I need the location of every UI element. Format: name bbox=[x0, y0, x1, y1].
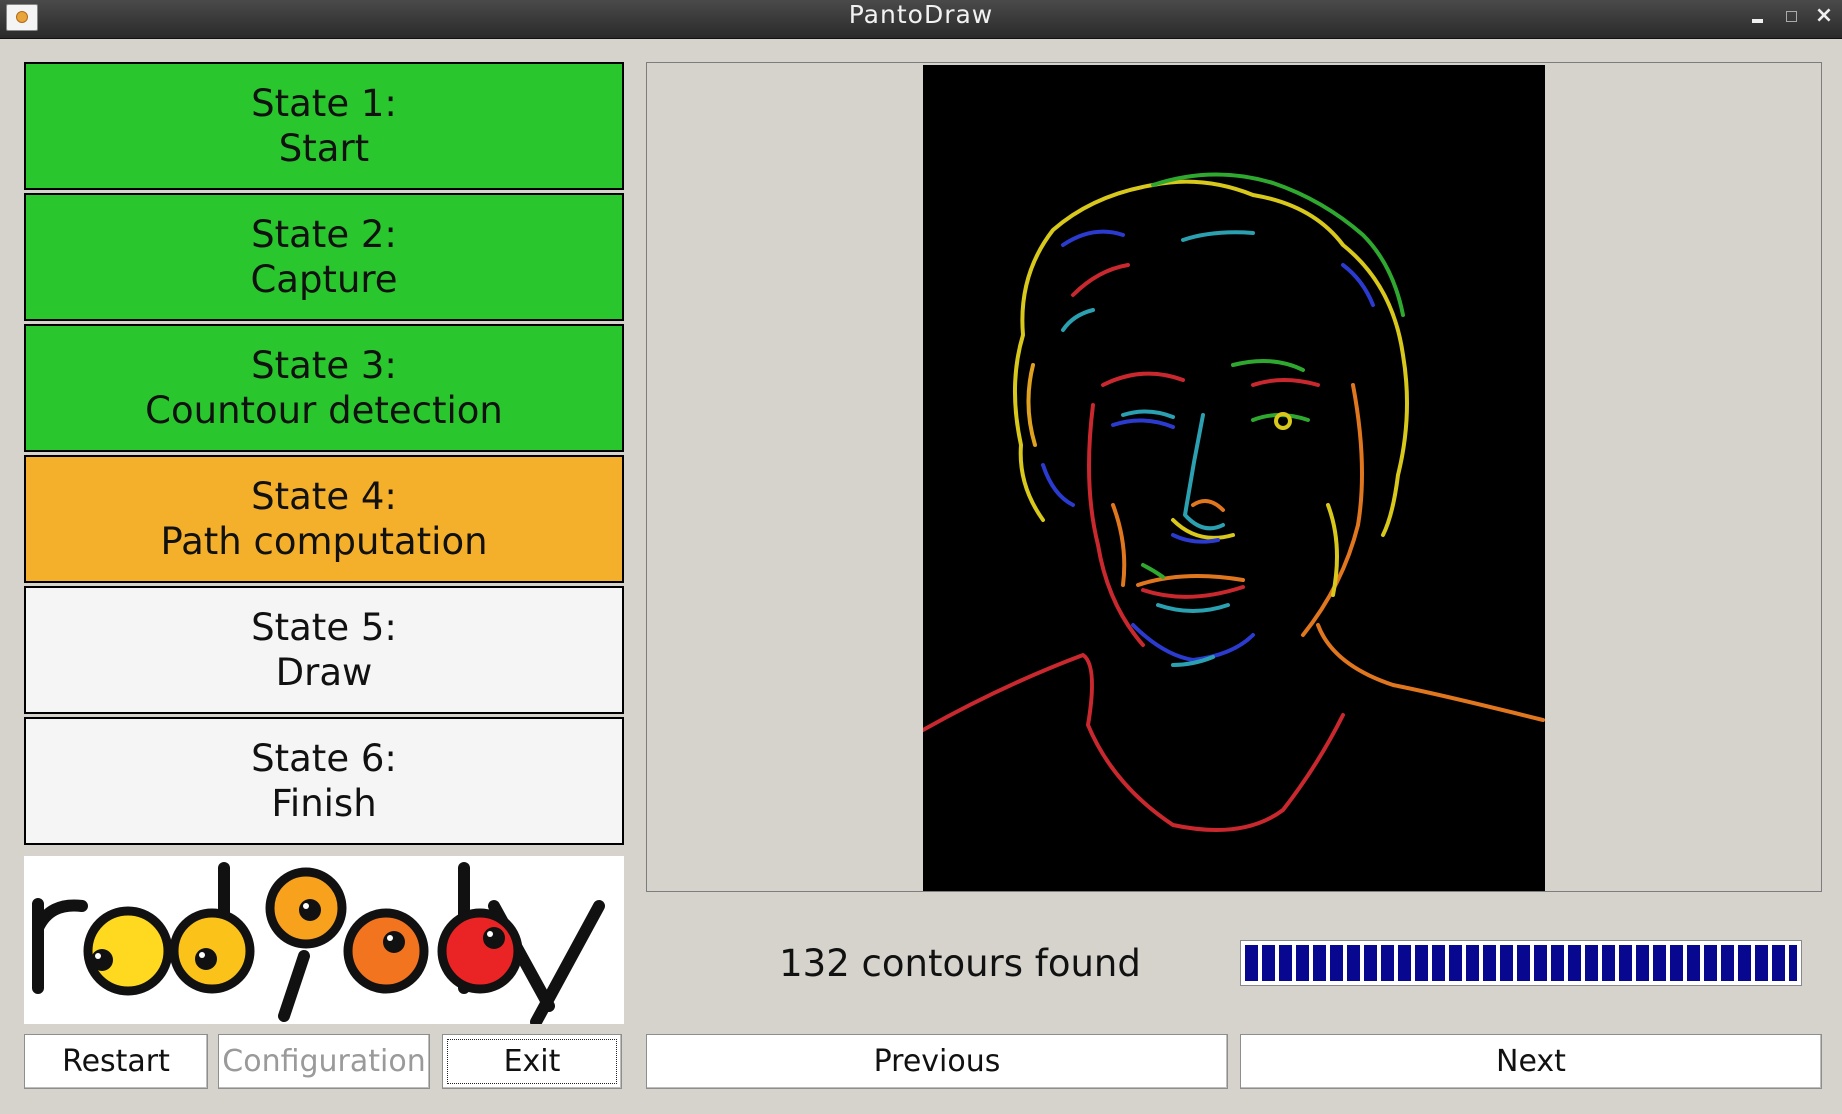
state-name: Draw bbox=[275, 651, 373, 694]
state-name: Start bbox=[278, 127, 370, 170]
title-bar: PantoDraw × bbox=[0, 0, 1842, 39]
previous-button[interactable]: Previous bbox=[646, 1034, 1228, 1089]
state-3-panel: State 3: Countour detection bbox=[24, 324, 624, 452]
state-name: Countour detection bbox=[145, 389, 503, 432]
state-5-panel: State 5: Draw bbox=[24, 586, 624, 714]
contour-image bbox=[921, 65, 1545, 891]
state-number: State 2: bbox=[251, 213, 397, 256]
state-1-panel: State 1: Start bbox=[24, 62, 624, 190]
contour-drawing bbox=[921, 172, 1545, 832]
state-number: State 3: bbox=[251, 344, 397, 387]
state-number: State 1: bbox=[251, 82, 397, 125]
state-6-panel: State 6: Finish bbox=[24, 717, 624, 845]
restart-button[interactable]: Restart bbox=[24, 1034, 208, 1089]
configuration-button[interactable]: Configuration bbox=[218, 1034, 430, 1089]
state-name: Capture bbox=[250, 258, 398, 301]
previous-label: Previous bbox=[873, 1044, 1001, 1079]
progress-fill bbox=[1245, 945, 1797, 981]
state-4-panel: State 4: Path computation bbox=[24, 455, 624, 583]
focus-ring bbox=[447, 1039, 617, 1084]
image-viewer bbox=[646, 62, 1822, 892]
robopoly-logo bbox=[24, 856, 624, 1028]
progress-bar bbox=[1240, 940, 1802, 986]
robopoly-logo-graphic bbox=[32, 862, 605, 1028]
state-2-panel: State 2: Capture bbox=[24, 193, 624, 321]
close-icon[interactable]: × bbox=[1814, 5, 1834, 27]
window-title: PantoDraw bbox=[848, 0, 994, 29]
state-number: State 4: bbox=[251, 475, 397, 518]
next-button[interactable]: Next bbox=[1240, 1034, 1822, 1089]
restart-label: Restart bbox=[62, 1044, 170, 1079]
configuration-label: Configuration bbox=[222, 1044, 426, 1079]
contour-count-text: 132 contours found bbox=[779, 942, 1141, 985]
state-name: Path computation bbox=[160, 520, 488, 563]
minimize-icon[interactable] bbox=[1748, 6, 1768, 26]
next-label: Next bbox=[1496, 1044, 1566, 1079]
exit-button[interactable]: Exit bbox=[442, 1034, 622, 1089]
state-number: State 6: bbox=[251, 737, 397, 780]
state-name: Finish bbox=[271, 782, 377, 825]
maximize-icon[interactable] bbox=[1782, 6, 1802, 26]
state-number: State 5: bbox=[251, 606, 397, 649]
